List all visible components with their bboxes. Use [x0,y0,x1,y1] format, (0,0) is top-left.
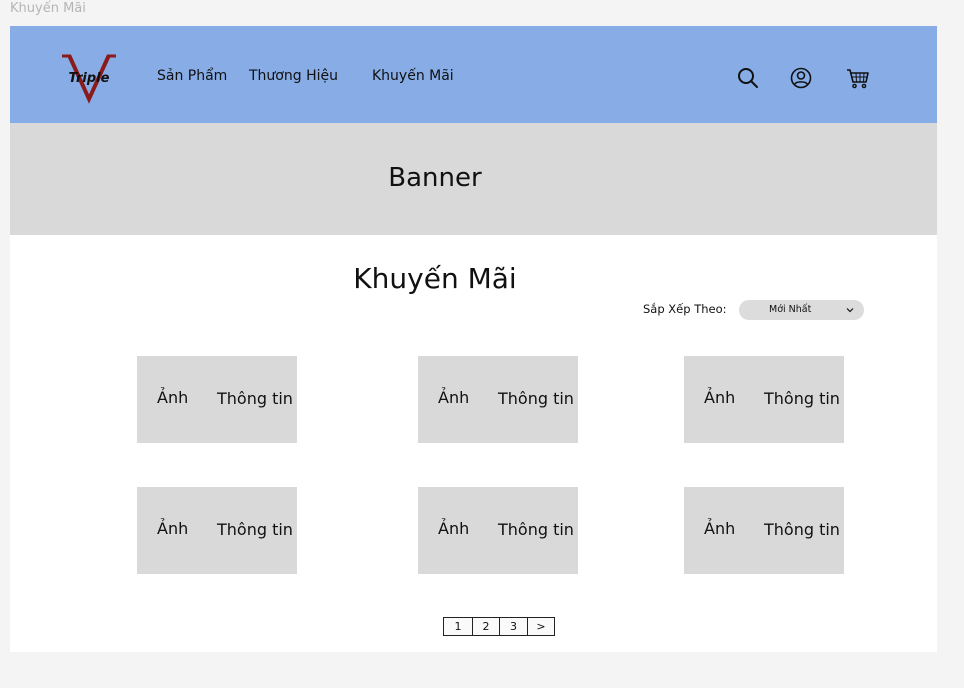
product-card[interactable]: Ảnh Thông tin [418,356,578,443]
cart-icon[interactable] [846,66,870,90]
product-card[interactable]: Ảnh Thông tin [684,356,844,443]
card-info-label: Thông tin [498,389,574,408]
banner-text: Banner [388,163,482,193]
card-image-label: Ảnh [438,519,470,538]
card-image-label: Ảnh [704,388,736,407]
page-button-2[interactable]: 2 [472,617,500,636]
card-image-label: Ảnh [704,519,736,538]
chevron-down-icon [846,308,854,313]
page-button-3[interactable]: 3 [499,617,528,636]
sort-value: Mới Nhất [769,304,812,315]
card-info-label: Thông tin [764,389,840,408]
sort-select[interactable]: Mới Nhất [739,300,864,320]
pagination: 1 2 3 > [443,617,555,636]
card-image-label: Ảnh [438,388,470,407]
card-info-label: Thông tin [217,389,293,408]
nav-khuyen-mai[interactable]: Khuyến Mãi [372,68,454,84]
product-card[interactable]: Ảnh Thông tin [137,356,297,443]
logo[interactable]: Triple [58,52,120,104]
page-title: Khuyến Mãi [353,262,517,295]
page-button-1[interactable]: 1 [443,617,473,636]
next-page-button[interactable]: > [527,617,555,636]
frame-title: Khuyến Mãi [10,1,86,16]
page-frame: Triple Sản Phẩm Thương Hiệu Khuyến Mãi B… [10,26,937,652]
nav-san-pham[interactable]: Sản Phẩm [157,68,227,84]
logo-mark: Triple [62,54,116,104]
search-icon[interactable] [736,66,760,90]
header: Triple Sản Phẩm Thương Hiệu Khuyến Mãi [10,26,937,123]
nav-thuong-hieu[interactable]: Thương Hiệu [249,68,338,84]
banner: Banner [10,123,937,235]
card-info-label: Thông tin [764,520,840,539]
logo-text: Triple [69,71,110,86]
product-card[interactable]: Ảnh Thông tin [684,487,844,574]
card-info-label: Thông tin [217,520,293,539]
product-card[interactable]: Ảnh Thông tin [418,487,578,574]
product-card[interactable]: Ảnh Thông tin [137,487,297,574]
sort-label: Sắp Xếp Theo: [643,302,727,316]
user-icon[interactable] [789,66,813,90]
card-info-label: Thông tin [498,520,574,539]
card-image-label: Ảnh [157,388,189,407]
card-image-label: Ảnh [157,519,189,538]
